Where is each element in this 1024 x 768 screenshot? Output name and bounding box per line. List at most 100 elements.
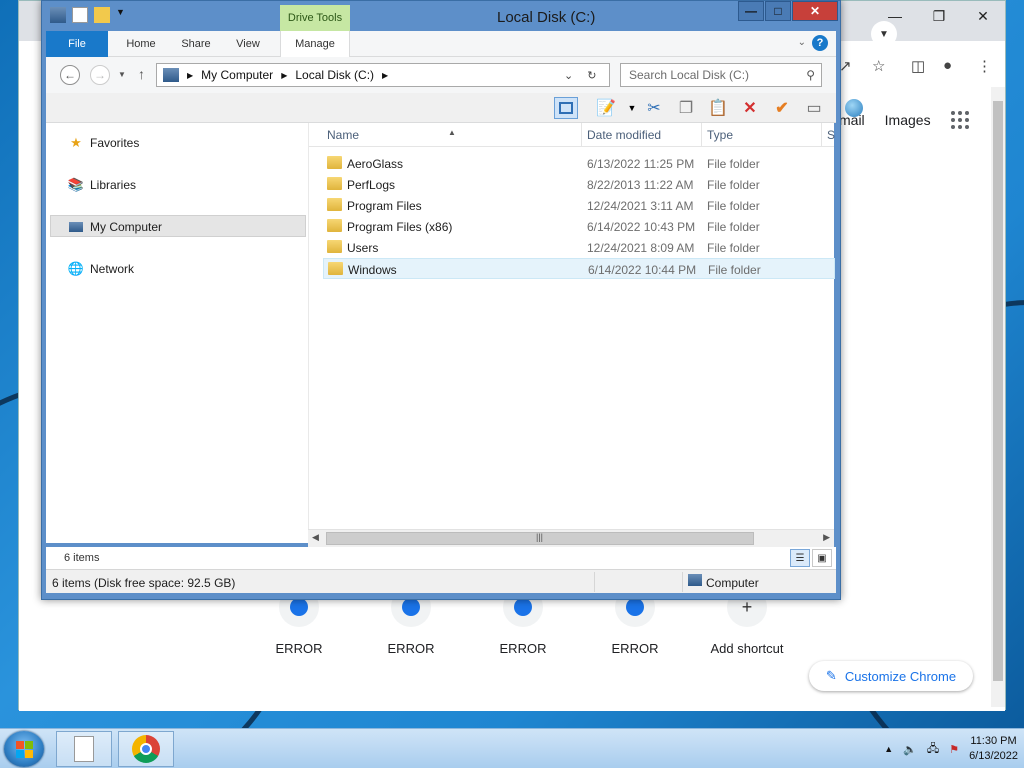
tab-share[interactable]: Share (170, 31, 222, 57)
images-link[interactable]: Images (885, 112, 931, 128)
folder-icon (327, 198, 342, 211)
horizontal-scrollbar[interactable]: ◀ ||| ▶ (308, 529, 834, 547)
desktop: ▼ — ❐ ✕ ↗ ☆ ◫ ● ⋮ mail Images ERROR ERRO… (0, 0, 1024, 728)
bookmark-star-icon[interactable]: ☆ (872, 57, 885, 75)
cut-icon[interactable]: ✂ (642, 97, 666, 119)
new-folder-icon[interactable] (94, 7, 110, 23)
folder-icon (328, 262, 343, 275)
preview-pane-icon[interactable] (554, 97, 578, 119)
nav-network[interactable]: 🌐 Network (68, 261, 134, 277)
volume-muted-icon[interactable]: 🔈 (903, 743, 917, 756)
status-free-space: 6 items (Disk free space: 92.5 GB) (52, 576, 236, 590)
chrome-close-button[interactable]: ✕ (961, 1, 1005, 31)
scroll-left-icon[interactable]: ◀ (312, 532, 319, 543)
file-row[interactable]: PerfLogs 8/22/2013 11:22 AM File folder (323, 174, 835, 195)
details-view-icon[interactable]: ☰ (790, 549, 810, 567)
breadcrumb-arrow-icon[interactable]: ▶ (281, 71, 287, 80)
command-toolbar: 📝 ▼ ✂ ❐ 📋 ✕ ✔ ▭ (46, 93, 863, 123)
chrome-scrollbar[interactable] (991, 87, 1005, 707)
titlebar[interactable]: ▼ Drive Tools Local Disk (C:) — □ ✕ (42, 1, 840, 31)
file-name: AeroGlass (347, 157, 404, 171)
column-size[interactable]: S (827, 128, 835, 142)
nav-label: Network (90, 262, 135, 276)
file-row[interactable]: Windows 6/14/2022 10:44 PM File folder (323, 258, 835, 279)
chevron-down-icon[interactable]: ▼ (116, 7, 126, 23)
computer-icon (50, 7, 66, 23)
drive-tools-label: Drive Tools (280, 5, 350, 31)
clock-time: 11:30 PM (970, 735, 1017, 747)
paste-icon[interactable]: 📋 (706, 97, 730, 119)
shortcut-label: ERROR (387, 641, 435, 656)
breadcrumb-my-computer[interactable]: My Computer (201, 68, 273, 82)
tab-home[interactable]: Home (112, 31, 170, 57)
side-panel-icon[interactable]: ◫ (911, 57, 925, 75)
column-name[interactable]: Name (327, 128, 359, 142)
up-arrow-icon[interactable]: ↑ (138, 66, 145, 82)
shortcut-label: ERROR (275, 641, 323, 656)
chrome-menu-icon[interactable]: ⋮ (977, 57, 992, 75)
nav-label: Favorites (90, 136, 140, 150)
file-row[interactable]: Program Files 12/24/2021 3:11 AM File fold… (323, 195, 835, 216)
taskbar: ▲ 🔈 🖧 ⚑ 11:30 PM 6/13/2022 (0, 728, 1024, 768)
column-date-modified[interactable]: Date modified (587, 128, 661, 142)
file-date: 12/24/2021 3:11 AM (587, 199, 694, 213)
properties-icon[interactable]: 📝 (594, 97, 618, 119)
tab-manage[interactable]: Manage (280, 31, 350, 57)
refresh-icon[interactable]: ↻ (587, 69, 596, 82)
forward-button[interactable]: → (90, 65, 110, 85)
clock[interactable]: 11:30 PM 6/13/2022 (969, 734, 1018, 764)
large-icons-view-icon[interactable]: ▣ (812, 549, 832, 567)
chrome-maximize-button[interactable]: ❐ (917, 1, 961, 31)
copy-icon[interactable]: ❐ (674, 97, 698, 119)
system-tray: ▲ 🔈 🖧 ⚑ 11:30 PM 6/13/2022 (884, 729, 1018, 768)
close-button[interactable]: ✕ (792, 1, 838, 21)
search-input[interactable]: Search Local Disk (C:) ⚲ (620, 63, 822, 87)
search-icon: ⚲ (806, 68, 815, 82)
minimize-button[interactable]: — (738, 1, 764, 21)
column-type[interactable]: Type (707, 128, 733, 142)
action-center-flag-icon[interactable]: ⚑ (949, 743, 959, 756)
profile-avatar-icon[interactable]: ● (943, 57, 952, 74)
globe-icon[interactable] (842, 97, 866, 119)
help-icon[interactable]: ? (812, 35, 828, 51)
maximize-button[interactable]: □ (765, 1, 791, 21)
expand-ribbon-icon[interactable]: ⌄ (798, 37, 806, 48)
scroll-right-icon[interactable]: ▶ (823, 532, 830, 543)
file-name: PerfLogs (347, 178, 396, 192)
breadcrumb-arrow-icon[interactable]: ▶ (187, 71, 193, 80)
chrome-minimize-button[interactable]: — (873, 1, 917, 31)
chevron-down-icon[interactable]: ▼ (620, 97, 644, 119)
back-button[interactable]: ← (60, 65, 80, 85)
chrome-icon (132, 735, 160, 763)
google-apps-icon[interactable] (950, 111, 969, 129)
folder-icon (327, 156, 342, 169)
customize-chrome-button[interactable]: ✎ Customize Chrome (809, 661, 973, 691)
address-dropdown-icon[interactable]: ⌄ (564, 69, 573, 82)
tab-view[interactable]: View (222, 31, 274, 57)
nav-my-computer[interactable]: My Computer (68, 219, 162, 235)
status-zone: Computer (706, 576, 759, 590)
address-bar[interactable]: ▶ My Computer ▶ Local Disk (C:) ▶ (156, 63, 610, 87)
file-name: Program Files (x86) (347, 220, 453, 234)
file-row[interactable]: Users 12/24/2021 8:09 AM File folder (323, 237, 835, 258)
nav-favorites[interactable]: ★ Favorites (68, 135, 139, 151)
nav-libraries[interactable]: 📚 Libraries (68, 177, 136, 193)
breadcrumb-local-disk[interactable]: Local Disk (C:) (295, 68, 374, 82)
tab-file[interactable]: File (46, 31, 108, 57)
recent-locations-icon[interactable]: ▼ (118, 70, 126, 79)
item-count-row: 6 items ☰ ▣ (46, 547, 836, 569)
taskbar-explorer-button[interactable] (56, 731, 112, 767)
file-row[interactable]: AeroGlass 6/13/2022 11:25 PM File folder (323, 153, 835, 174)
checkmark-icon[interactable]: ✔ (770, 97, 794, 119)
network-status-icon[interactable]: 🖧 (927, 740, 939, 759)
file-row[interactable]: Program Files (x86) 6/14/2022 10:43 PM Fil… (323, 216, 835, 237)
delete-icon[interactable]: ✕ (738, 97, 762, 119)
breadcrumb-arrow-icon[interactable]: ▶ (382, 71, 388, 80)
taskbar-chrome-button[interactable] (118, 731, 174, 767)
rename-icon[interactable]: ▭ (802, 97, 826, 119)
start-button[interactable] (4, 731, 44, 767)
properties-icon[interactable] (72, 7, 88, 23)
file-type: File folder (707, 241, 760, 255)
show-hidden-icons[interactable]: ▲ (884, 744, 893, 754)
file-name: Program Files (347, 199, 422, 213)
